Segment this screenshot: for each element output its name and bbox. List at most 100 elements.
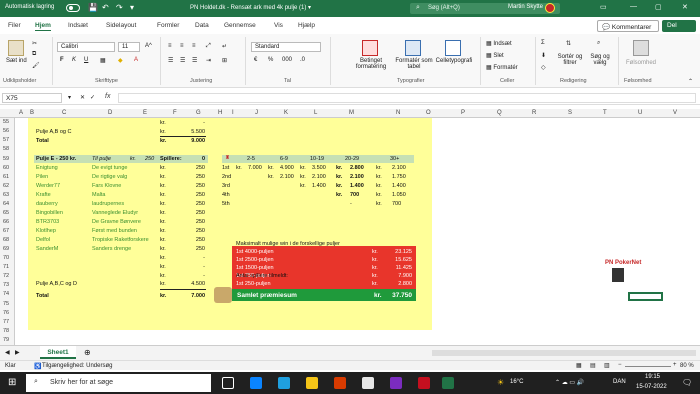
- payout-cell[interactable]: -: [350, 201, 352, 207]
- customize-toolbar-icon[interactable]: ▾: [130, 3, 134, 12]
- tab-indsaet[interactable]: Indsæt: [68, 22, 88, 29]
- player-cell[interactable]: 250: [185, 228, 205, 234]
- cell-unit[interactable]: kr.: [160, 281, 166, 287]
- player-cell[interactable]: Krafte: [36, 192, 51, 198]
- delete-cells-button[interactable]: ▦ Slet: [486, 52, 504, 59]
- payout-cell[interactable]: kr.: [376, 165, 382, 171]
- selected-cell[interactable]: [628, 292, 663, 301]
- cell-label[interactable]: Pulje A,B,C og D: [36, 281, 77, 287]
- user-name[interactable]: Martin Skytte: [508, 4, 543, 10]
- autosum-icon[interactable]: Σ: [541, 40, 545, 46]
- cut-icon[interactable]: ✂: [32, 40, 37, 47]
- fill-icon[interactable]: ⬇: [541, 52, 546, 59]
- payout-header[interactable]: 6-9: [280, 156, 288, 162]
- player-cell[interactable]: Pilen: [36, 174, 48, 180]
- sensitivity-icon[interactable]: [633, 40, 649, 56]
- currency-icon[interactable]: €: [254, 57, 257, 63]
- payout-cell[interactable]: kr.: [336, 192, 342, 198]
- align-top-icon[interactable]: ≡: [168, 43, 172, 49]
- cell-unit[interactable]: kr.: [160, 138, 166, 144]
- max-win-cell[interactable]: 7.900: [388, 273, 412, 279]
- clock-time[interactable]: 19:15: [645, 374, 660, 380]
- row-header[interactable]: 57: [3, 137, 9, 143]
- player-cell[interactable]: dauberry: [36, 201, 58, 207]
- payout-place[interactable]: 5th: [222, 201, 230, 207]
- spillere-count[interactable]: 0: [195, 156, 205, 162]
- row-header[interactable]: 75: [3, 301, 9, 307]
- tab-formler[interactable]: Formler: [157, 22, 179, 29]
- header-amount[interactable]: 250: [145, 156, 154, 162]
- notification-icon[interactable]: 🗨: [682, 378, 692, 387]
- payout-cell[interactable]: 1.050: [392, 192, 406, 198]
- tray-icons[interactable]: ⌃ ☁ ▭ 🔊: [555, 379, 584, 386]
- player-cell[interactable]: Enigtung: [36, 165, 58, 171]
- undo-icon[interactable]: ↶: [102, 3, 109, 12]
- cell-value[interactable]: 5.500: [180, 129, 205, 135]
- row-header[interactable]: 60: [3, 165, 9, 171]
- row-header[interactable]: 77: [3, 319, 9, 325]
- payout-cell[interactable]: 1.750: [392, 174, 406, 180]
- col-header[interactable]: V: [673, 110, 677, 116]
- format-as-table-icon[interactable]: [405, 40, 421, 56]
- payout-cell[interactable]: kr.: [376, 183, 382, 189]
- indent-icon[interactable]: ⇥: [206, 57, 211, 64]
- payout-cell[interactable]: 2.100: [312, 174, 326, 180]
- prev-sheet-icon[interactable]: ◀: [5, 349, 10, 356]
- max-win-cell[interactable]: kr.: [372, 249, 378, 255]
- file-explorer-icon[interactable]: [306, 377, 318, 389]
- spreadsheet-grid[interactable]: A B C D E F G H I J K L M N O P Q R S T …: [0, 109, 700, 345]
- sort-filter-button[interactable]: Sortér og filtrer: [556, 54, 584, 66]
- row-header[interactable]: 79: [3, 337, 9, 343]
- zoom-level[interactable]: 80 %: [680, 363, 694, 369]
- header-kr[interactable]: kr.: [130, 156, 136, 162]
- save-icon[interactable]: 💾: [88, 3, 98, 12]
- cell-value[interactable]: 7.000: [180, 293, 205, 299]
- name-box-dropdown-icon[interactable]: ▾: [68, 94, 71, 101]
- payout-cell[interactable]: 2.100: [280, 174, 294, 180]
- zoom-slider[interactable]: [625, 366, 671, 367]
- payout-cell[interactable]: 7.000: [248, 165, 262, 171]
- sort-filter-icon[interactable]: ⇅: [566, 40, 571, 47]
- player-cell[interactable]: kr.: [160, 219, 166, 225]
- teams-icon[interactable]: [250, 377, 262, 389]
- cell-unit[interactable]: kr.: [160, 120, 166, 126]
- payout-cell[interactable]: kr.: [376, 192, 382, 198]
- align-middle-icon[interactable]: ≡: [180, 43, 184, 49]
- insert-cells-button[interactable]: ▦ Indsæt: [486, 40, 512, 47]
- redo-icon[interactable]: ↷: [116, 3, 123, 12]
- player-cell[interactable]: Først med bunden: [92, 228, 137, 234]
- cell-styles-icon[interactable]: [445, 40, 461, 56]
- weather-temp[interactable]: 16°C: [510, 379, 523, 385]
- row-header[interactable]: 59: [3, 156, 9, 162]
- col-header[interactable]: D: [108, 110, 112, 116]
- max-win-cell[interactable]: 1st 250-puljen: [236, 281, 271, 287]
- row-header[interactable]: 71: [3, 264, 9, 270]
- orientation-icon[interactable]: ⤢: [206, 43, 211, 50]
- player-cell[interactable]: De rigtige valg: [92, 174, 127, 180]
- pulje-e-title[interactable]: Pulje E - 250 kr.: [36, 156, 76, 162]
- cell-styles-button[interactable]: Celletypografi: [432, 58, 476, 64]
- confirm-entry-icon[interactable]: ✓: [90, 94, 95, 101]
- payout-cell[interactable]: 2.800: [350, 165, 364, 171]
- col-header[interactable]: I: [232, 110, 234, 116]
- payout-cell[interactable]: 1.400: [350, 183, 364, 189]
- col-header[interactable]: M: [349, 110, 354, 116]
- player-cell[interactable]: 250: [185, 183, 205, 189]
- col-header[interactable]: N: [396, 110, 400, 116]
- payout-cell[interactable]: kr.: [336, 183, 342, 189]
- autosave-toggle[interactable]: [66, 4, 80, 12]
- row-header[interactable]: 66: [3, 219, 9, 225]
- player-cell[interactable]: De evigt tunge: [92, 165, 127, 171]
- player-cell[interactable]: kr.: [160, 201, 166, 207]
- max-win-cell[interactable]: 23.125: [388, 249, 412, 255]
- avatar[interactable]: [545, 3, 555, 13]
- tab-gennemse[interactable]: Gennemse: [224, 22, 256, 29]
- max-win-cell[interactable]: kr.: [372, 257, 378, 263]
- insert-function-icon[interactable]: fx: [105, 93, 110, 100]
- player-cell[interactable]: kr.: [160, 165, 166, 171]
- cell-label[interactable]: Total: [36, 138, 49, 144]
- player-cell[interactable]: kr.: [160, 210, 166, 216]
- payout-cell[interactable]: 1.400: [312, 183, 326, 189]
- row-header[interactable]: 69: [3, 246, 9, 252]
- weather-icon[interactable]: ☀: [497, 378, 504, 387]
